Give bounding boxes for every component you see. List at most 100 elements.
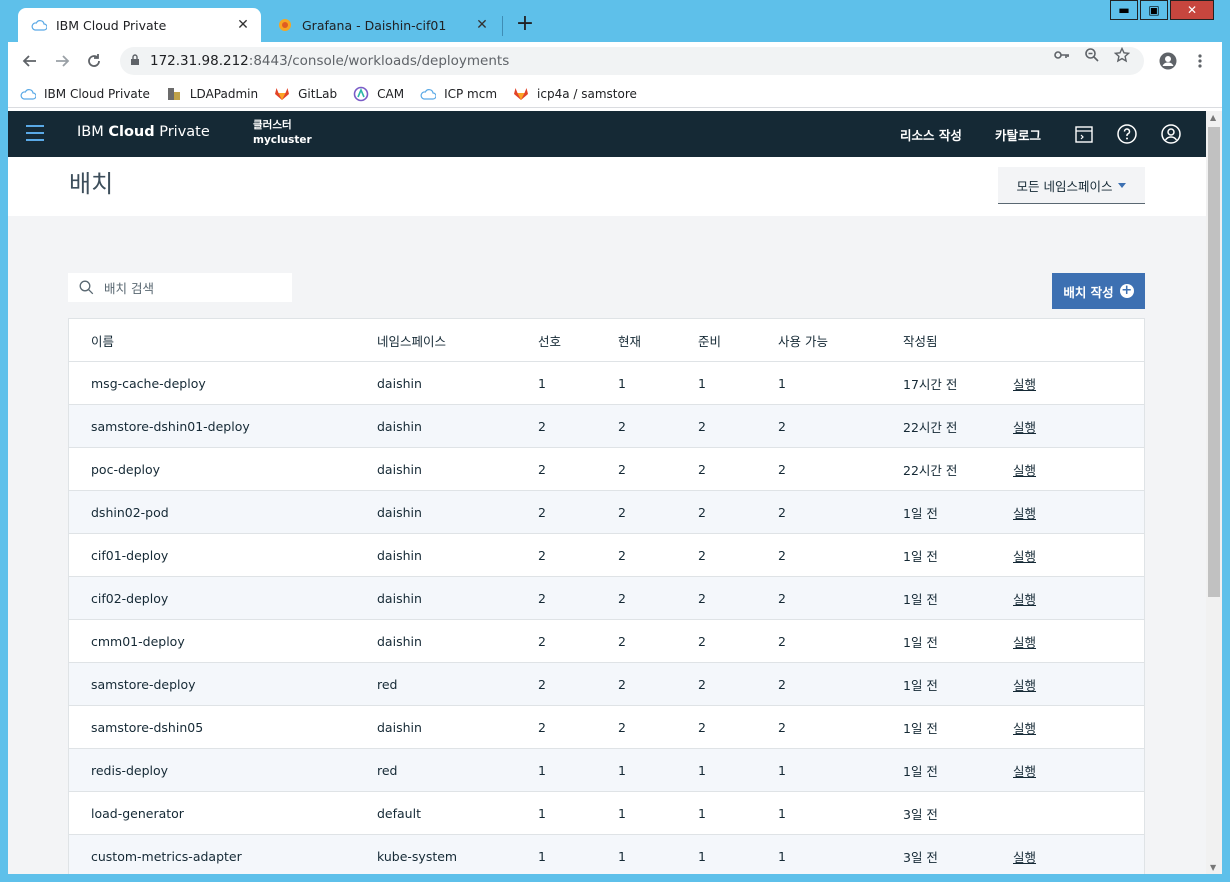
cell-created: 3일 전 xyxy=(903,806,938,822)
cell-name[interactable]: custom-metrics-adapter xyxy=(91,835,242,874)
cell-current: 2 xyxy=(618,676,626,692)
deployments-table: 이름 네임스페이스 선호 현재 준비 사용 가능 작성됨 msg-cache-d… xyxy=(68,318,1145,874)
cell-namespace: daishin xyxy=(377,375,422,391)
column-header-ready[interactable]: 준비 xyxy=(698,319,721,361)
run-link[interactable]: 실행 xyxy=(1013,663,1036,705)
cell-name[interactable]: samstore-deploy xyxy=(91,663,196,705)
column-header-namespace[interactable]: 네임스페이스 xyxy=(377,319,446,361)
cell-name[interactable]: samstore-dshin05 xyxy=(91,706,203,748)
maximize-button[interactable]: ▣ xyxy=(1140,0,1168,20)
table-row[interactable]: msg-cache-deploy daishin 1 1 1 1 17시간 전 실행 xyxy=(69,362,1144,405)
run-link[interactable]: 실행 xyxy=(1013,448,1036,490)
cell-ready: 2 xyxy=(698,461,706,477)
table-row[interactable]: cmm01-deploy daishin 2 2 2 2 1일 전 실행 xyxy=(69,620,1144,663)
column-header-desired[interactable]: 선호 xyxy=(538,319,561,361)
run-link[interactable]: 실행 xyxy=(1013,362,1036,404)
run-link[interactable]: 실행 xyxy=(1013,577,1036,619)
scrollbar-thumb[interactable] xyxy=(1208,127,1220,597)
page-title: 배치 xyxy=(69,170,114,198)
star-icon[interactable] xyxy=(1113,46,1131,67)
column-header-current[interactable]: 현재 xyxy=(618,319,641,361)
cell-name[interactable]: cmm01-deploy xyxy=(91,620,185,662)
window-controls: ▬ ▣ ✕ xyxy=(1108,0,1214,20)
cell-name[interactable]: poc-deploy xyxy=(91,448,160,490)
reload-icon[interactable] xyxy=(84,51,104,71)
page-scrollbar[interactable]: ▲ ▼ xyxy=(1206,111,1222,874)
cell-name[interactable]: dshin02-pod xyxy=(91,491,169,533)
tab-ibm-cloud-private[interactable]: IBM Cloud Private ✕ xyxy=(18,8,261,42)
cell-available: 2 xyxy=(778,461,786,477)
bookmark-ibm-cloud-private[interactable]: IBM Cloud Private xyxy=(20,86,150,102)
bookmark-icp4a-samstore[interactable]: icp4a / samstore xyxy=(513,86,637,102)
scroll-down-icon[interactable]: ▼ xyxy=(1210,863,1216,872)
table-row[interactable]: custom-metrics-adapter kube-system 1 1 1 1 3일 … xyxy=(69,835,1144,874)
cell-created: 1일 전 xyxy=(903,548,938,564)
bookmark-icp-mcm[interactable]: ICP mcm xyxy=(420,86,497,102)
cell-ready: 2 xyxy=(698,633,706,649)
cell-name[interactable]: samstore-dshin01-deploy xyxy=(91,405,250,447)
column-header-name[interactable]: 이름 xyxy=(91,319,114,361)
table-row[interactable]: cif02-deploy daishin 2 2 2 2 1일 전 실행 xyxy=(69,577,1144,620)
table-row[interactable]: poc-deploy daishin 2 2 2 2 22시간 전 실행 xyxy=(69,448,1144,491)
cell-available: 2 xyxy=(778,590,786,606)
table-row[interactable]: samstore-dshin01-deploy daishin 2 2 2 2 22시간 전… xyxy=(69,405,1144,448)
cell-ready: 2 xyxy=(698,504,706,520)
run-link[interactable]: 실행 xyxy=(1013,749,1036,791)
search-input[interactable]: 배치 검색 xyxy=(68,273,292,302)
key-icon[interactable] xyxy=(1054,47,1070,67)
run-link[interactable]: 실행 xyxy=(1013,835,1036,874)
bookmark-ldapadmin[interactable]: LDAPadmin xyxy=(166,86,258,102)
new-tab-button[interactable]: + xyxy=(514,13,536,36)
back-arrow-icon[interactable] xyxy=(20,51,40,71)
zoom-icon[interactable] xyxy=(1084,47,1100,67)
cell-name[interactable]: msg-cache-deploy xyxy=(91,362,206,404)
address-bar[interactable]: 172.31.98.212:8443/console/workloads/dep… xyxy=(120,47,1144,75)
table-row[interactable]: samstore-deploy red 2 2 2 2 1일 전 실행 xyxy=(69,663,1144,706)
run-link[interactable]: 실행 xyxy=(1013,491,1036,533)
bookmark-gitlab[interactable]: GitLab xyxy=(274,86,337,102)
brand-logo[interactable]: IBM Cloud Private xyxy=(77,124,210,140)
run-link[interactable]: 실행 xyxy=(1013,706,1036,748)
cell-desired: 2 xyxy=(538,504,546,520)
column-header-created[interactable]: 작성됨 xyxy=(903,319,938,361)
catalog-link[interactable]: 카탈로그 xyxy=(995,125,1041,144)
cell-desired: 2 xyxy=(538,719,546,735)
terminal-icon[interactable] xyxy=(1074,124,1094,144)
table-row[interactable]: dshin02-pod daishin 2 2 2 2 1일 전 실행 xyxy=(69,491,1144,534)
profile-icon[interactable] xyxy=(1158,51,1178,71)
create-deployment-button[interactable]: 배치 작성 + xyxy=(1052,273,1145,309)
scroll-up-icon[interactable]: ▲ xyxy=(1210,113,1216,122)
cell-namespace: daishin xyxy=(377,418,422,434)
table-row[interactable]: cif01-deploy daishin 2 2 2 2 1일 전 실행 xyxy=(69,534,1144,577)
cell-created: 1일 전 xyxy=(903,634,938,650)
cam-icon xyxy=(353,86,369,102)
create-resource-link[interactable]: 리소스 작성 xyxy=(900,125,962,144)
table-row[interactable]: redis-deploy red 1 1 1 1 1일 전 실행 xyxy=(69,749,1144,792)
bookmark-cam[interactable]: CAM xyxy=(353,86,404,102)
close-window-button[interactable]: ✕ xyxy=(1170,0,1214,20)
cell-name[interactable]: redis-deploy xyxy=(91,749,168,791)
cell-desired: 1 xyxy=(538,375,546,391)
cell-namespace: daishin xyxy=(377,504,422,520)
forward-arrow-icon[interactable] xyxy=(52,51,72,71)
close-tab-icon[interactable]: ✕ xyxy=(472,15,492,35)
user-icon[interactable] xyxy=(1161,124,1181,144)
namespace-select[interactable]: 모든 네임스페이스 xyxy=(998,167,1145,204)
tab-grafana[interactable]: Grafana - Daishin-cif01 ✕ xyxy=(264,8,500,42)
cell-namespace: default xyxy=(377,805,421,821)
table-body: msg-cache-deploy daishin 1 1 1 1 17시간 전 실행 samst… xyxy=(69,362,1144,874)
close-tab-icon[interactable]: ✕ xyxy=(233,15,253,35)
run-link[interactable]: 실행 xyxy=(1013,405,1036,447)
menu-kebab-icon[interactable] xyxy=(1190,51,1210,71)
cell-name[interactable]: load-generator xyxy=(91,792,184,834)
cell-name[interactable]: cif02-deploy xyxy=(91,577,168,619)
table-row[interactable]: load-generator default 1 1 1 1 3일 전 xyxy=(69,792,1144,835)
help-icon[interactable] xyxy=(1117,124,1137,144)
run-link[interactable]: 실행 xyxy=(1013,620,1036,662)
run-link[interactable]: 실행 xyxy=(1013,534,1036,576)
column-header-available[interactable]: 사용 가능 xyxy=(778,319,828,361)
hamburger-menu-icon[interactable] xyxy=(26,125,44,141)
cell-name[interactable]: cif01-deploy xyxy=(91,534,168,576)
table-row[interactable]: samstore-dshin05 daishin 2 2 2 2 1일 전 실행 xyxy=(69,706,1144,749)
minimize-button[interactable]: ▬ xyxy=(1110,0,1138,20)
